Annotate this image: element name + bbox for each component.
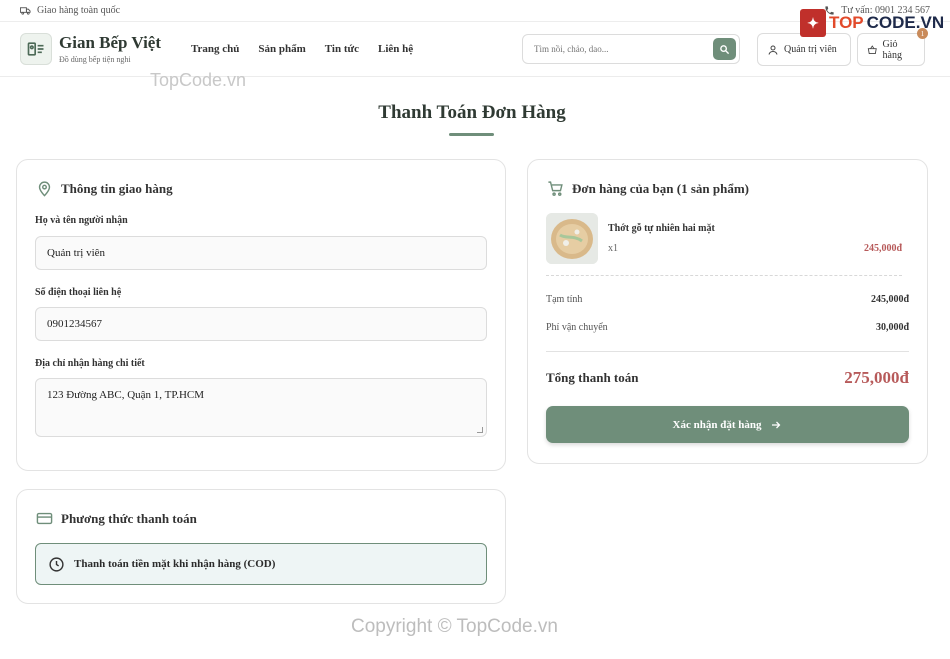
copyright-watermark: Copyright © TopCode.vn: [351, 616, 558, 637]
product-name[interactable]: Thớt gỗ tự nhiên hai mặt: [608, 223, 715, 234]
shipping-card: Thông tin giao hàng Họ và tên người nhận…: [16, 159, 506, 471]
subtotal-value: 245,000đ: [870, 294, 909, 305]
phone-label: Số điện thoại liên hệ: [35, 287, 122, 298]
map-pin-icon: [38, 181, 51, 197]
brand-name: Gian Bếp Việt: [59, 33, 162, 52]
search-button[interactable]: [713, 38, 736, 60]
watermark-logo-code: CODE.VN: [866, 13, 945, 32]
payment-heading-text: Phương thức thanh toán: [61, 510, 197, 526]
brand-tagline: Đồ dùng bếp tiện nghi: [59, 55, 131, 64]
product-price: 245,000đ: [863, 243, 902, 254]
subtotal-row: Tạm tính 245,000đ: [546, 294, 909, 305]
payment-option-cod[interactable]: Thanh toán tiền mặt khi nhận hàng (COD): [35, 543, 487, 585]
summary-divider: [546, 351, 909, 352]
search-input[interactable]: [534, 44, 704, 54]
product-thumbnail[interactable]: [546, 213, 598, 264]
clock-icon: [49, 556, 64, 572]
kitchen-logo-icon: [27, 42, 44, 56]
address-label: Địa chỉ nhận hàng chi tiết: [35, 358, 145, 369]
brand[interactable]: Gian Bếp Việt Đồ dùng bếp tiện nghi: [59, 33, 162, 65]
shipping-text: Giao hàng toàn quốc: [37, 5, 121, 16]
truck-icon: [20, 7, 31, 15]
basket-icon: [867, 44, 877, 54]
total-value: 275,000đ: [844, 368, 909, 387]
user-icon: [768, 45, 778, 55]
cutting-board-image: [546, 213, 598, 264]
shipping-fee-label: Phí vận chuyển: [546, 322, 608, 333]
nav-item-news[interactable]: Tin tức: [325, 43, 359, 55]
nav-item-products[interactable]: Sản phẩm: [258, 43, 305, 55]
address-textarea[interactable]: 123 Đường ABC, Quận 1, TP.HCM: [35, 378, 487, 437]
shipping-fee-value: 30,000đ: [875, 322, 909, 333]
total-row: Tổng thanh toán 275,000đ: [546, 368, 909, 388]
phone-input[interactable]: 0901234567: [35, 307, 487, 341]
nav-item-home[interactable]: Trang chủ: [191, 43, 239, 55]
watermark-logo: ✦ TOP CODE.VN: [800, 9, 944, 37]
search-box: [522, 34, 740, 64]
resize-handle[interactable]: [477, 427, 483, 433]
cart-label: Giỏ hàng: [882, 38, 902, 61]
credit-card-icon: [36, 512, 53, 525]
page-title: Thanh Toán Đơn Hàng: [378, 102, 566, 123]
confirm-order-button[interactable]: Xác nhận đặt hàng: [546, 406, 909, 443]
watermark-logo-top: TOP: [829, 13, 864, 32]
watermark-text: TopCode.vn: [150, 70, 247, 90]
brand-logo[interactable]: [20, 33, 52, 65]
user-label: Quản trị viên: [784, 44, 837, 55]
title-underline: [449, 133, 494, 136]
total-label: Tổng thanh toán: [546, 370, 639, 385]
order-item: Thớt gỗ tự nhiên hai mặt x1 245,000đ: [546, 213, 902, 276]
order-summary-card: Đơn hàng của bạn (1 sản phẩm) Thớt gỗ tự…: [527, 159, 928, 464]
product-quantity: x1: [608, 243, 618, 254]
cart-button[interactable]: Giỏ hàng 1: [857, 28, 928, 66]
confirm-order-label: Xác nhận đặt hàng: [672, 418, 762, 431]
shipping-heading: Thông tin giao hàng: [36, 180, 173, 197]
watermark-shield-icon: ✦: [800, 9, 826, 37]
recipient-name-input[interactable]: Quản trị viên: [35, 236, 487, 270]
cart-icon: [548, 181, 563, 196]
topbar-shipping: Giao hàng toàn quốc: [20, 5, 120, 16]
shipping-heading-text: Thông tin giao hàng: [61, 180, 173, 196]
address-value: 123 Đường ABC, Quận 1, TP.HCM: [47, 389, 205, 401]
payment-heading: Phương thức thanh toán: [36, 510, 197, 527]
order-heading: Đơn hàng của bạn (1 sản phẩm): [547, 180, 749, 197]
payment-card: Phương thức thanh toán Thanh toán tiền m…: [16, 489, 506, 604]
name-label: Họ và tên người nhận: [35, 215, 128, 226]
shipping-fee-row: Phí vận chuyển 30,000đ: [546, 322, 909, 333]
arrow-right-icon: [772, 421, 781, 428]
order-heading-text: Đơn hàng của bạn (1 sản phẩm): [572, 180, 749, 196]
subtotal-label: Tạm tính: [546, 294, 583, 305]
main-nav: Trang chủ Sản phẩm Tin tức Liên hệ: [191, 43, 413, 55]
nav-item-contact[interactable]: Liên hệ: [378, 43, 413, 55]
user-account-button[interactable]: Quản trị viên: [757, 33, 851, 66]
search-icon: [720, 44, 730, 54]
payment-option-label: Thanh toán tiền mặt khi nhận hàng (COD): [74, 558, 276, 570]
